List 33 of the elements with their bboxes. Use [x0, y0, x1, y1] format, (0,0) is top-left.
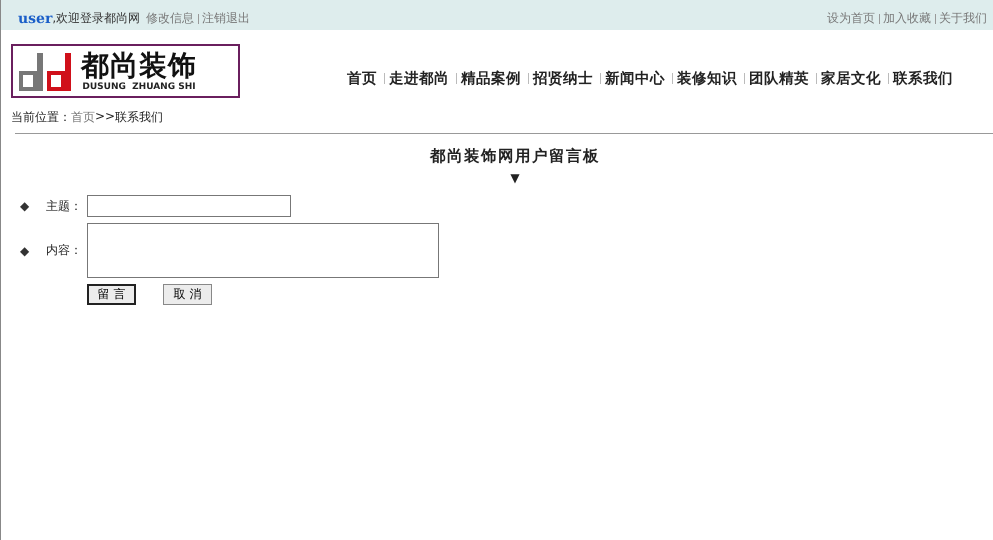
site-logo[interactable]: 都尚装饰 DUSUNG ZHUANG SHI [11, 44, 240, 98]
breadcrumb-current: 联系我们 [115, 108, 164, 126]
content-field[interactable] [87, 223, 439, 278]
bullet: ◆ [19, 244, 30, 258]
username: user [18, 10, 52, 26]
logo-name: 都尚装饰 [81, 50, 197, 82]
breadcrumb-link[interactable]: 首页 [71, 108, 95, 126]
cancel-button[interactable]: 取 消 [163, 284, 212, 305]
top-link[interactable]: 关于我们 [939, 10, 987, 27]
board-title: 都尚装饰网用户留言板 [428, 146, 601, 167]
nav-link[interactable]: 走进都尚 [389, 69, 449, 88]
breadcrumb-separator: >> [95, 108, 116, 122]
top-link[interactable]: 修改信息 [146, 10, 194, 27]
breadcrumb-label: 当前位置： [11, 108, 71, 126]
bullet: ◆ [19, 199, 30, 213]
top-link[interactable]: 设为首页 [827, 10, 875, 27]
down-marker: ▼ [510, 171, 520, 185]
submit-button[interactable]: 留 言 [87, 284, 136, 305]
nav-link[interactable]: 团队精英 [749, 69, 809, 88]
logo-subtitle: DUSUNG ZHUANG SHI [82, 82, 196, 92]
welcome-text: ,欢迎登录都尚网 [52, 10, 140, 27]
nav-link[interactable]: 家居文化 [821, 69, 881, 88]
nav-link[interactable]: 新闻中心 [605, 69, 665, 88]
nav-link[interactable]: 精品案例 [461, 69, 521, 88]
nav-link[interactable]: 首页 [347, 69, 377, 88]
nav-link[interactable]: 装修知识 [677, 69, 737, 88]
nav-link[interactable]: 招贤纳士 [533, 69, 593, 88]
nav-link[interactable]: 联系我们 [893, 69, 953, 88]
top-link[interactable]: 加入收藏 [883, 10, 931, 27]
subject-field[interactable] [87, 195, 291, 217]
top-link[interactable]: 注销退出 [202, 10, 250, 27]
field-label: 主题： [45, 198, 83, 214]
field-label: 内容： [45, 242, 83, 259]
